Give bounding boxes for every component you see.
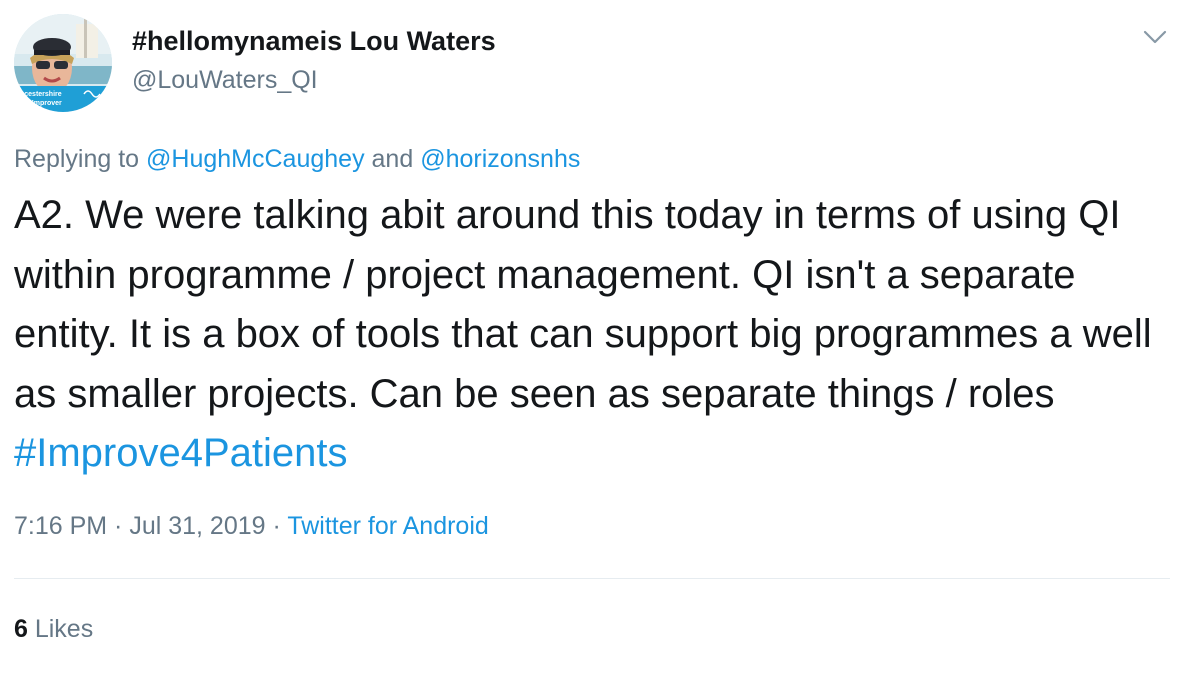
tweet-time[interactable]: 7:16 PM <box>14 512 107 540</box>
meta-separator: · <box>107 512 130 540</box>
tweet-source[interactable]: Twitter for Android <box>287 512 488 540</box>
author-display-name[interactable]: #hellomynameis Lou Waters <box>132 26 496 57</box>
hashtag-improve4patients[interactable]: #Improve4Patients <box>14 431 348 475</box>
likes-count: 6 <box>14 615 28 643</box>
tweet-date[interactable]: Jul 31, 2019 <box>129 512 265 540</box>
tweet-menu-button[interactable] <box>1140 22 1170 52</box>
mention-hughmccaughey[interactable]: @HughMcCaughey <box>146 145 365 173</box>
meta-separator: · <box>265 512 288 540</box>
replying-to-conjunction: and <box>364 145 421 173</box>
author-handle[interactable]: @LouWaters_QI <box>132 66 318 95</box>
chevron-down-icon <box>1143 30 1167 44</box>
tweet-meta: 7:16 PM · Jul 31, 2019 · Twitter for And… <box>14 512 489 541</box>
mention-horizonsnhs[interactable]: @horizonsnhs <box>420 145 580 173</box>
replying-to-label: Replying to <box>14 145 147 173</box>
likes-label: Likes <box>27 615 94 643</box>
divider <box>14 578 1170 579</box>
avatar-text-line2: ls Improver <box>24 100 62 107</box>
replying-to: Replying to @HughMcCaughey and @horizons… <box>14 145 580 174</box>
tweet-body: A2. We were talking abit around this tod… <box>14 193 1152 416</box>
avatar-text-line1: ucestershire <box>20 91 62 98</box>
avatar[interactable]: ucestershire ls Improver <box>14 14 112 112</box>
avatar-image: ucestershire ls Improver <box>14 14 112 112</box>
tweet-text: A2. We were talking abit around this tod… <box>14 186 1164 484</box>
likes-stat[interactable]: 6 Likes <box>14 615 93 644</box>
